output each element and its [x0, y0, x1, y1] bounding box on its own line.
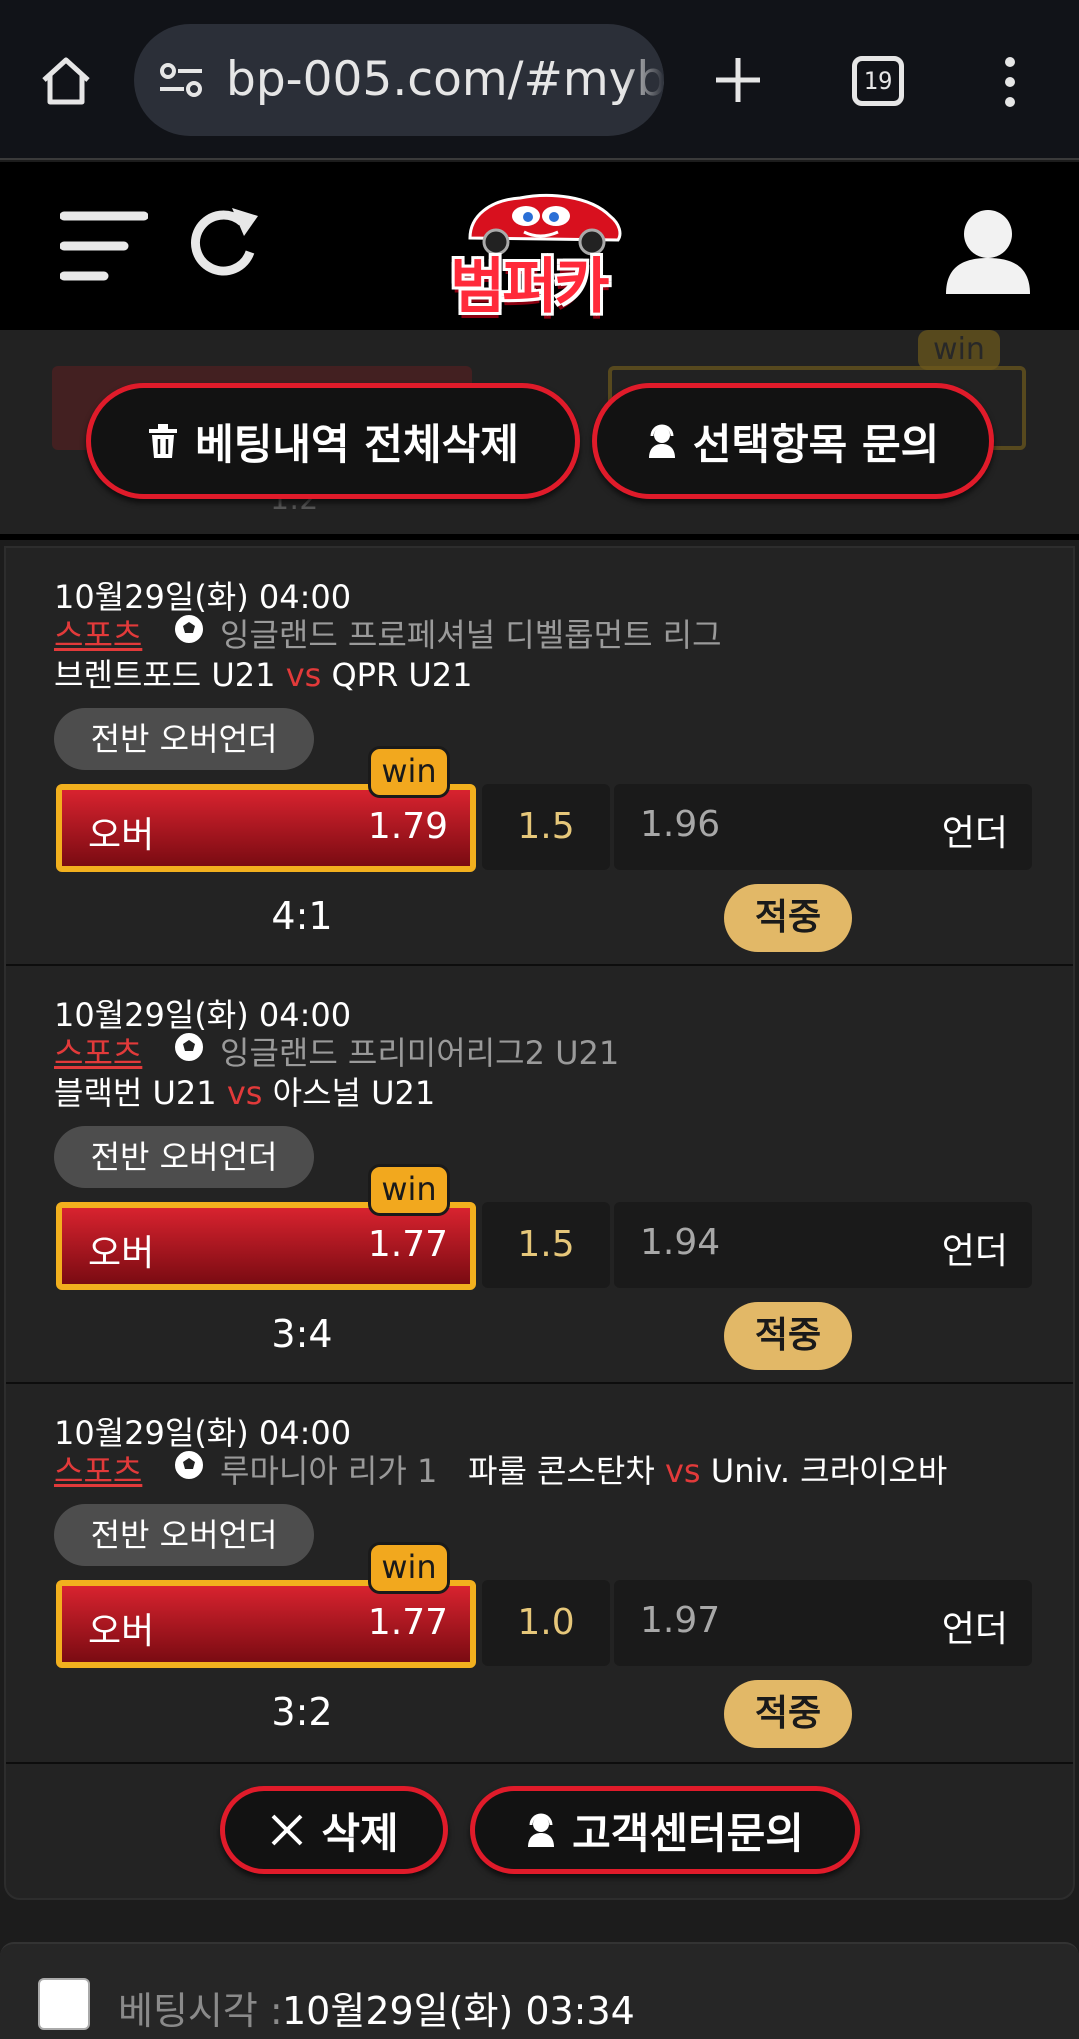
soccer-ball-icon	[173, 1449, 205, 1481]
handicap-line: 1.5	[482, 1202, 610, 1288]
home-team: 블랙번 U21	[54, 1074, 217, 1112]
app-header: 범퍼카	[0, 162, 1079, 330]
match-row: 10월29일(화) 04:00 스포츠 루마니아 리가 1 파룰 콘스탄차 vs…	[6, 1384, 1073, 1764]
menu-icon[interactable]	[60, 208, 148, 284]
result-badge: 적중	[724, 1680, 852, 1748]
trash-icon	[149, 424, 178, 458]
browser-toolbar: bp-005.com/#myb 19	[0, 0, 1079, 160]
handicap-line: 1.0	[482, 1580, 610, 1666]
bet-type-badge: 전반 오버언더	[54, 1504, 314, 1566]
bet-time-value: 10월29일(화) 03:34	[282, 1989, 635, 2033]
win-tag: win	[368, 1164, 450, 1216]
away-team: Univ. 크라이오바	[710, 1452, 948, 1490]
match-score: 3:4	[271, 1312, 333, 1356]
under-label: 언더	[941, 813, 1008, 854]
headset-icon	[528, 1813, 555, 1847]
match-row: 10월29일(화) 04:00 스포츠 잉글랜드 프로페셔널 디벨롭먼트 리그 …	[6, 548, 1073, 966]
match-teams: 블랙번 U21 vs 아스널 U21	[54, 1068, 435, 1114]
delete-label: 삭제	[321, 1808, 399, 1858]
tab-count: 19	[863, 67, 893, 95]
address-bar[interactable]: bp-005.com/#myb	[134, 24, 664, 136]
under-odds-button[interactable]: 1.94 언더	[614, 1202, 1032, 1288]
customer-center-button[interactable]: 고객센터문의	[470, 1786, 860, 1874]
match-row: 10월29일(화) 04:00 스포츠 잉글랜드 프리미어리그2 U21 블랙번…	[6, 966, 1073, 1384]
more-options-icon[interactable]	[998, 54, 1022, 110]
vs-label: vs	[664, 1452, 701, 1490]
inquire-selected-button[interactable]: 선택항목 문의	[592, 383, 994, 499]
under-label: 언더	[941, 1231, 1008, 1272]
over-label: 오버	[88, 1611, 155, 1652]
match-teams: 파룰 콘스탄차 vs Univ. 크라이오바	[468, 1446, 947, 1492]
close-icon	[271, 1814, 303, 1846]
over-odds: 1.77	[367, 1602, 448, 1643]
match-category-link[interactable]: 스포츠	[54, 1446, 142, 1492]
vs-label: vs	[285, 656, 322, 694]
match-teams: 브렌트포드 U21 vs QPR U21	[54, 650, 473, 696]
refresh-icon[interactable]	[184, 202, 264, 288]
under-odds: 1.96	[640, 804, 721, 845]
under-odds-button[interactable]: 1.96 언더	[614, 784, 1032, 870]
tab-switcher-button[interactable]: 19	[852, 56, 904, 106]
ghost-win-tag: win	[918, 330, 1000, 370]
result-badge: 적중	[724, 1302, 852, 1370]
home-team: 브렌트포드 U21	[54, 656, 276, 694]
select-checkbox[interactable]	[38, 1978, 90, 2030]
away-team: QPR U21	[331, 656, 473, 694]
bet-time-label: 베팅시각 :	[118, 1989, 283, 2033]
match-league: 루마니아 리가 1	[220, 1452, 438, 1490]
headset-icon	[648, 424, 675, 458]
home-icon[interactable]	[38, 52, 94, 108]
under-odds: 1.94	[640, 1222, 721, 1263]
brand-logo-text: 범퍼카	[450, 252, 610, 322]
url-text: bp-005.com/#myb	[226, 52, 664, 107]
site-settings-icon[interactable]	[158, 62, 204, 98]
under-odds: 1.97	[640, 1600, 721, 1641]
match-score: 4:1	[271, 894, 333, 938]
delete-all-history-button[interactable]: 베팅내역 전체삭제	[86, 383, 580, 499]
new-tab-icon[interactable]	[710, 52, 766, 108]
url-fade	[624, 24, 664, 136]
bet-type-badge: 전반 오버언더	[54, 1126, 314, 1188]
over-label: 오버	[88, 1233, 155, 1274]
next-bet-card: 베팅시각 : 10월29일(화) 03:34	[0, 1942, 1079, 2039]
bet-type-badge: 전반 오버언더	[54, 708, 314, 770]
user-icon[interactable]	[944, 206, 1032, 294]
inquire-selected-label: 선택항목 문의	[692, 419, 940, 469]
delete-button[interactable]: 삭제	[220, 1786, 448, 1874]
under-label: 언더	[941, 1609, 1008, 1650]
over-odds: 1.79	[367, 806, 448, 847]
soccer-ball-icon	[173, 1031, 205, 1063]
away-team: 아스널 U21	[272, 1074, 436, 1112]
handicap-line: 1.5	[482, 784, 610, 870]
soccer-ball-icon	[173, 613, 205, 645]
result-badge: 적중	[724, 884, 852, 952]
bet-slip-card: 10월29일(화) 04:00 스포츠 잉글랜드 프로페셔널 디벨롭먼트 리그 …	[4, 546, 1075, 1900]
brand-logo[interactable]: 범퍼카	[440, 178, 640, 322]
over-label: 오버	[88, 815, 155, 856]
home-team: 파룰 콘스탄차	[468, 1452, 655, 1490]
match-score: 3:2	[271, 1690, 333, 1734]
delete-all-label: 베팅내역 전체삭제	[195, 419, 519, 469]
win-tag: win	[368, 1542, 450, 1594]
win-tag: win	[368, 746, 450, 798]
under-odds-button[interactable]: 1.97 언더	[614, 1580, 1032, 1666]
over-odds: 1.77	[367, 1224, 448, 1265]
customer-center-label: 고객센터문의	[572, 1808, 804, 1858]
vs-label: vs	[226, 1074, 263, 1112]
